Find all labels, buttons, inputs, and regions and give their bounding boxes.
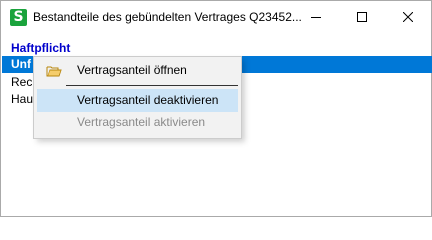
minimize-button[interactable] xyxy=(293,1,339,33)
title-bar[interactable]: S Bestandteile des gebündelten Vertrages… xyxy=(1,1,431,33)
maximize-icon xyxy=(357,12,367,22)
section-header-haftpflicht[interactable]: Haftpflicht xyxy=(11,41,70,55)
menu-item-activate-disabled: Vertragsanteil aktivieren xyxy=(77,115,206,129)
app-window: S Bestandteile des gebündelten Vertrages… xyxy=(0,0,432,217)
app-logo-icon: S xyxy=(10,9,27,26)
context-menu: Vertragsanteil öffnen Vertragsanteil dea… xyxy=(33,56,242,139)
menu-item-deactivate[interactable]: Vertragsanteil deaktivieren xyxy=(37,89,238,112)
menu-item-open[interactable]: Vertragsanteil öffnen xyxy=(37,59,238,82)
folder-open-icon xyxy=(46,66,62,77)
maximize-button[interactable] xyxy=(339,1,385,33)
minimize-icon xyxy=(311,17,321,18)
window-title: Bestandteile des gebündelten Vertrages Q… xyxy=(33,10,302,24)
close-button[interactable] xyxy=(385,1,431,33)
menu-item-label: Vertragsanteil öffnen xyxy=(77,63,187,77)
close-icon xyxy=(403,12,413,22)
menu-separator xyxy=(66,85,238,86)
